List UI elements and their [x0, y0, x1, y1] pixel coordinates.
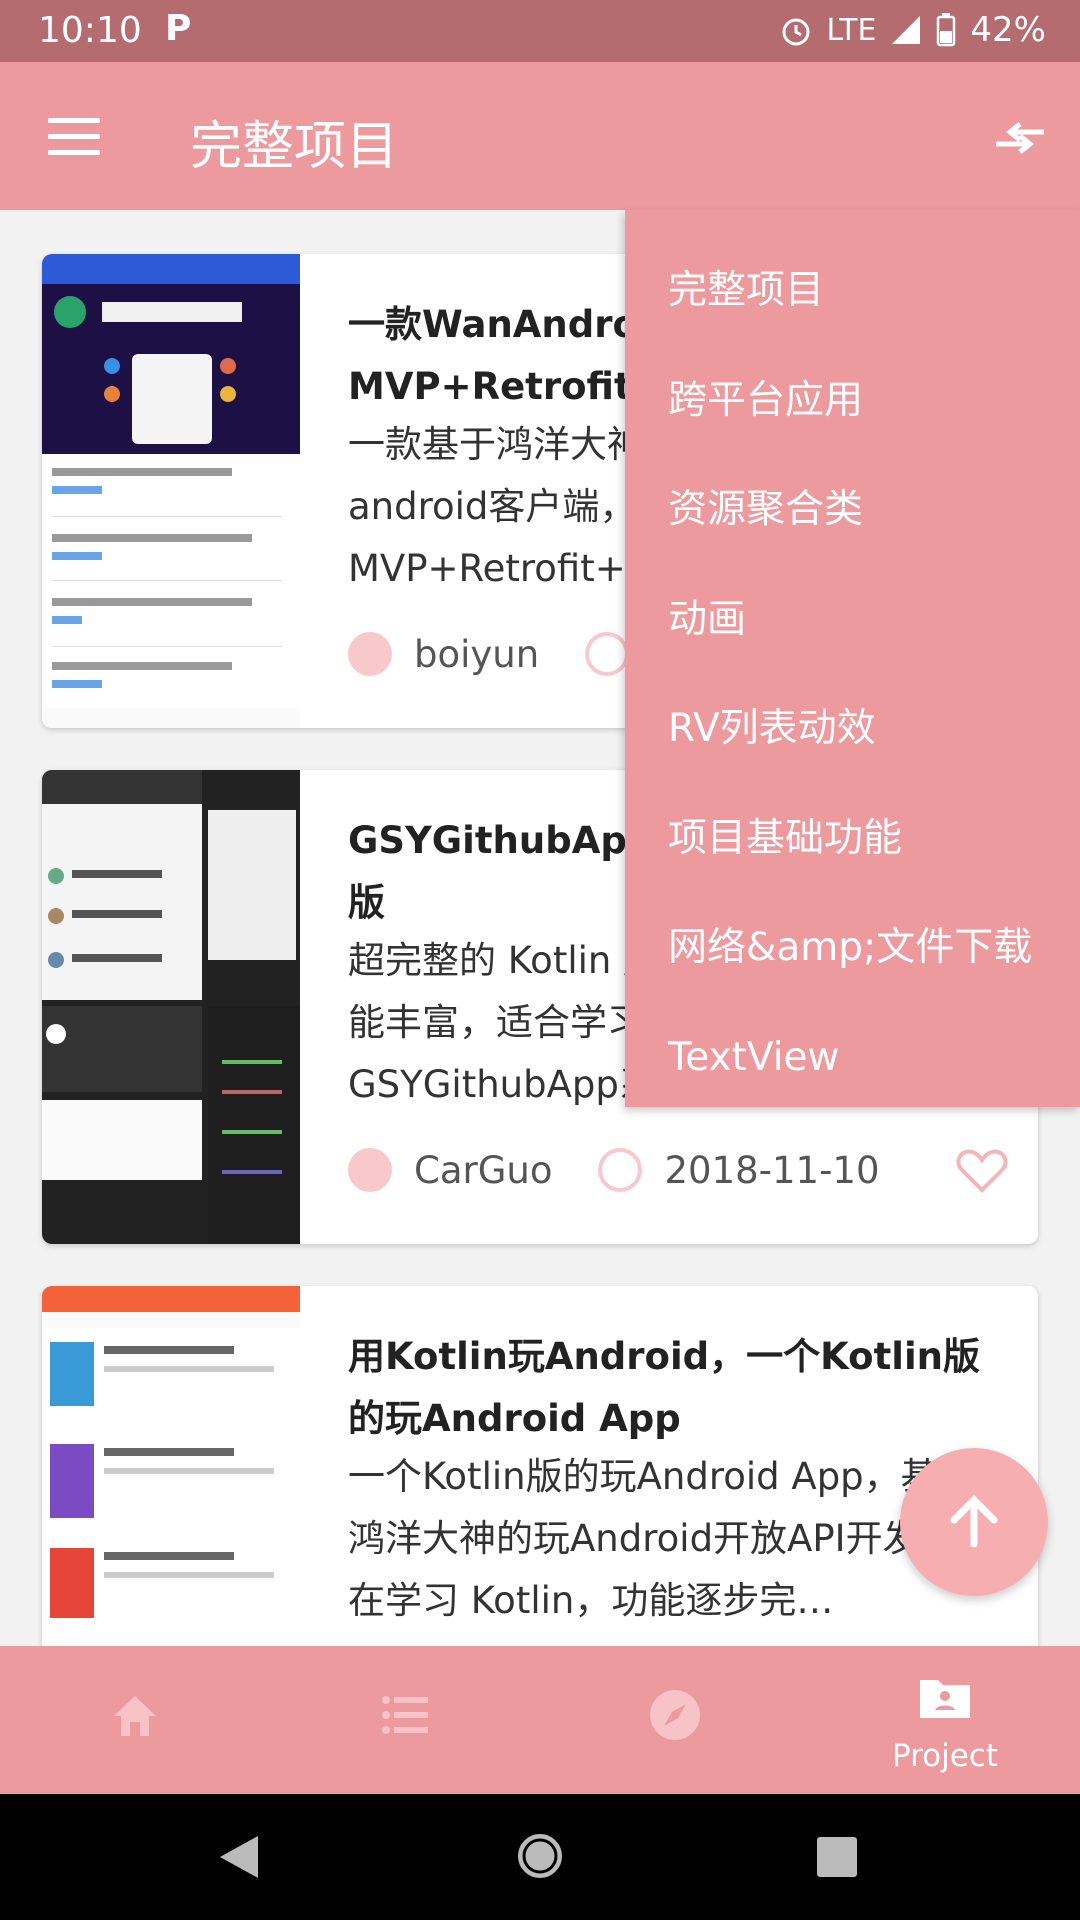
- project-date: 2018-11-10: [664, 1148, 880, 1192]
- menu-item-basic-features[interactable]: 项目基础功能: [625, 784, 1080, 894]
- status-icons: LTE 42%: [779, 10, 1046, 50]
- project-card[interactable]: 用Kotlin玩Android，一个Kotlin版的玩Android App 一…: [42, 1286, 1038, 1646]
- compass-icon: [650, 1690, 700, 1740]
- project-thumbnail: [42, 1286, 300, 1646]
- clock-icon: [585, 632, 630, 676]
- menu-item-rv-animation[interactable]: RV列表动效: [625, 674, 1080, 784]
- tab-project[interactable]: Project: [810, 1646, 1080, 1794]
- project-meta: CarGuo 2018-11-10: [348, 1148, 880, 1192]
- parking-notification-icon: P: [165, 8, 192, 49]
- home-icon: [114, 1696, 156, 1736]
- page-title: 完整项目: [190, 117, 399, 177]
- status-bar: 10:10 P LTE 42%: [0, 0, 1080, 62]
- project-author[interactable]: boiyun: [414, 633, 539, 676]
- tab-list[interactable]: [270, 1646, 540, 1794]
- menu-item-textview[interactable]: TextView: [625, 1003, 1080, 1113]
- menu-item-animation[interactable]: 动画: [625, 565, 1080, 675]
- recents-icon[interactable]: [816, 1836, 858, 1878]
- clock-icon: [598, 1148, 643, 1192]
- swap-arrows-icon[interactable]: [992, 114, 1048, 162]
- menu-item-complete-project[interactable]: 完整项目: [625, 236, 1080, 346]
- arrow-up-icon: [950, 1495, 998, 1548]
- project-thumbnail: [42, 770, 300, 1244]
- category-dropdown-menu: 完整项目 跨平台应用 资源聚合类 动画 RV列表动效 项目基础功能 网络&amp…: [625, 210, 1080, 1107]
- heart-icon[interactable]: [956, 1148, 1008, 1194]
- battery-percent: 42%: [970, 10, 1046, 50]
- project-meta: boiyun: [348, 632, 651, 676]
- back-icon[interactable]: [218, 1834, 260, 1880]
- bottom-navigation: Project: [0, 1646, 1080, 1794]
- signal-icon: [892, 16, 921, 44]
- project-title: 用Kotlin玩Android，一个Kotlin版的玩Android App: [348, 1335, 980, 1440]
- tab-home[interactable]: [0, 1646, 270, 1794]
- system-navigation-bar: [0, 1794, 1080, 1920]
- battery-icon: [937, 13, 956, 47]
- home-button-icon[interactable]: [516, 1832, 564, 1880]
- project-author[interactable]: CarGuo: [414, 1149, 552, 1192]
- author-icon: [348, 632, 392, 676]
- menu-icon[interactable]: [48, 118, 100, 156]
- project-thumbnail: [42, 254, 300, 728]
- scroll-to-top-button[interactable]: [900, 1448, 1048, 1596]
- tab-discover[interactable]: [540, 1646, 810, 1794]
- app-bar: 完整项目: [0, 62, 1080, 210]
- tab-project-label: Project: [891, 1738, 999, 1774]
- menu-item-resource-aggregation[interactable]: 资源聚合类: [625, 455, 1080, 565]
- list-icon: [382, 1696, 428, 1734]
- author-icon: [348, 1148, 392, 1192]
- menu-item-network-download[interactable]: 网络&amp;文件下载: [625, 893, 1080, 1003]
- status-time: 10:10: [38, 10, 142, 51]
- folder-user-icon: [920, 1680, 970, 1718]
- network-type: LTE: [826, 12, 877, 48]
- menu-item-cross-platform[interactable]: 跨平台应用: [625, 346, 1080, 456]
- alarm-icon: [782, 18, 810, 46]
